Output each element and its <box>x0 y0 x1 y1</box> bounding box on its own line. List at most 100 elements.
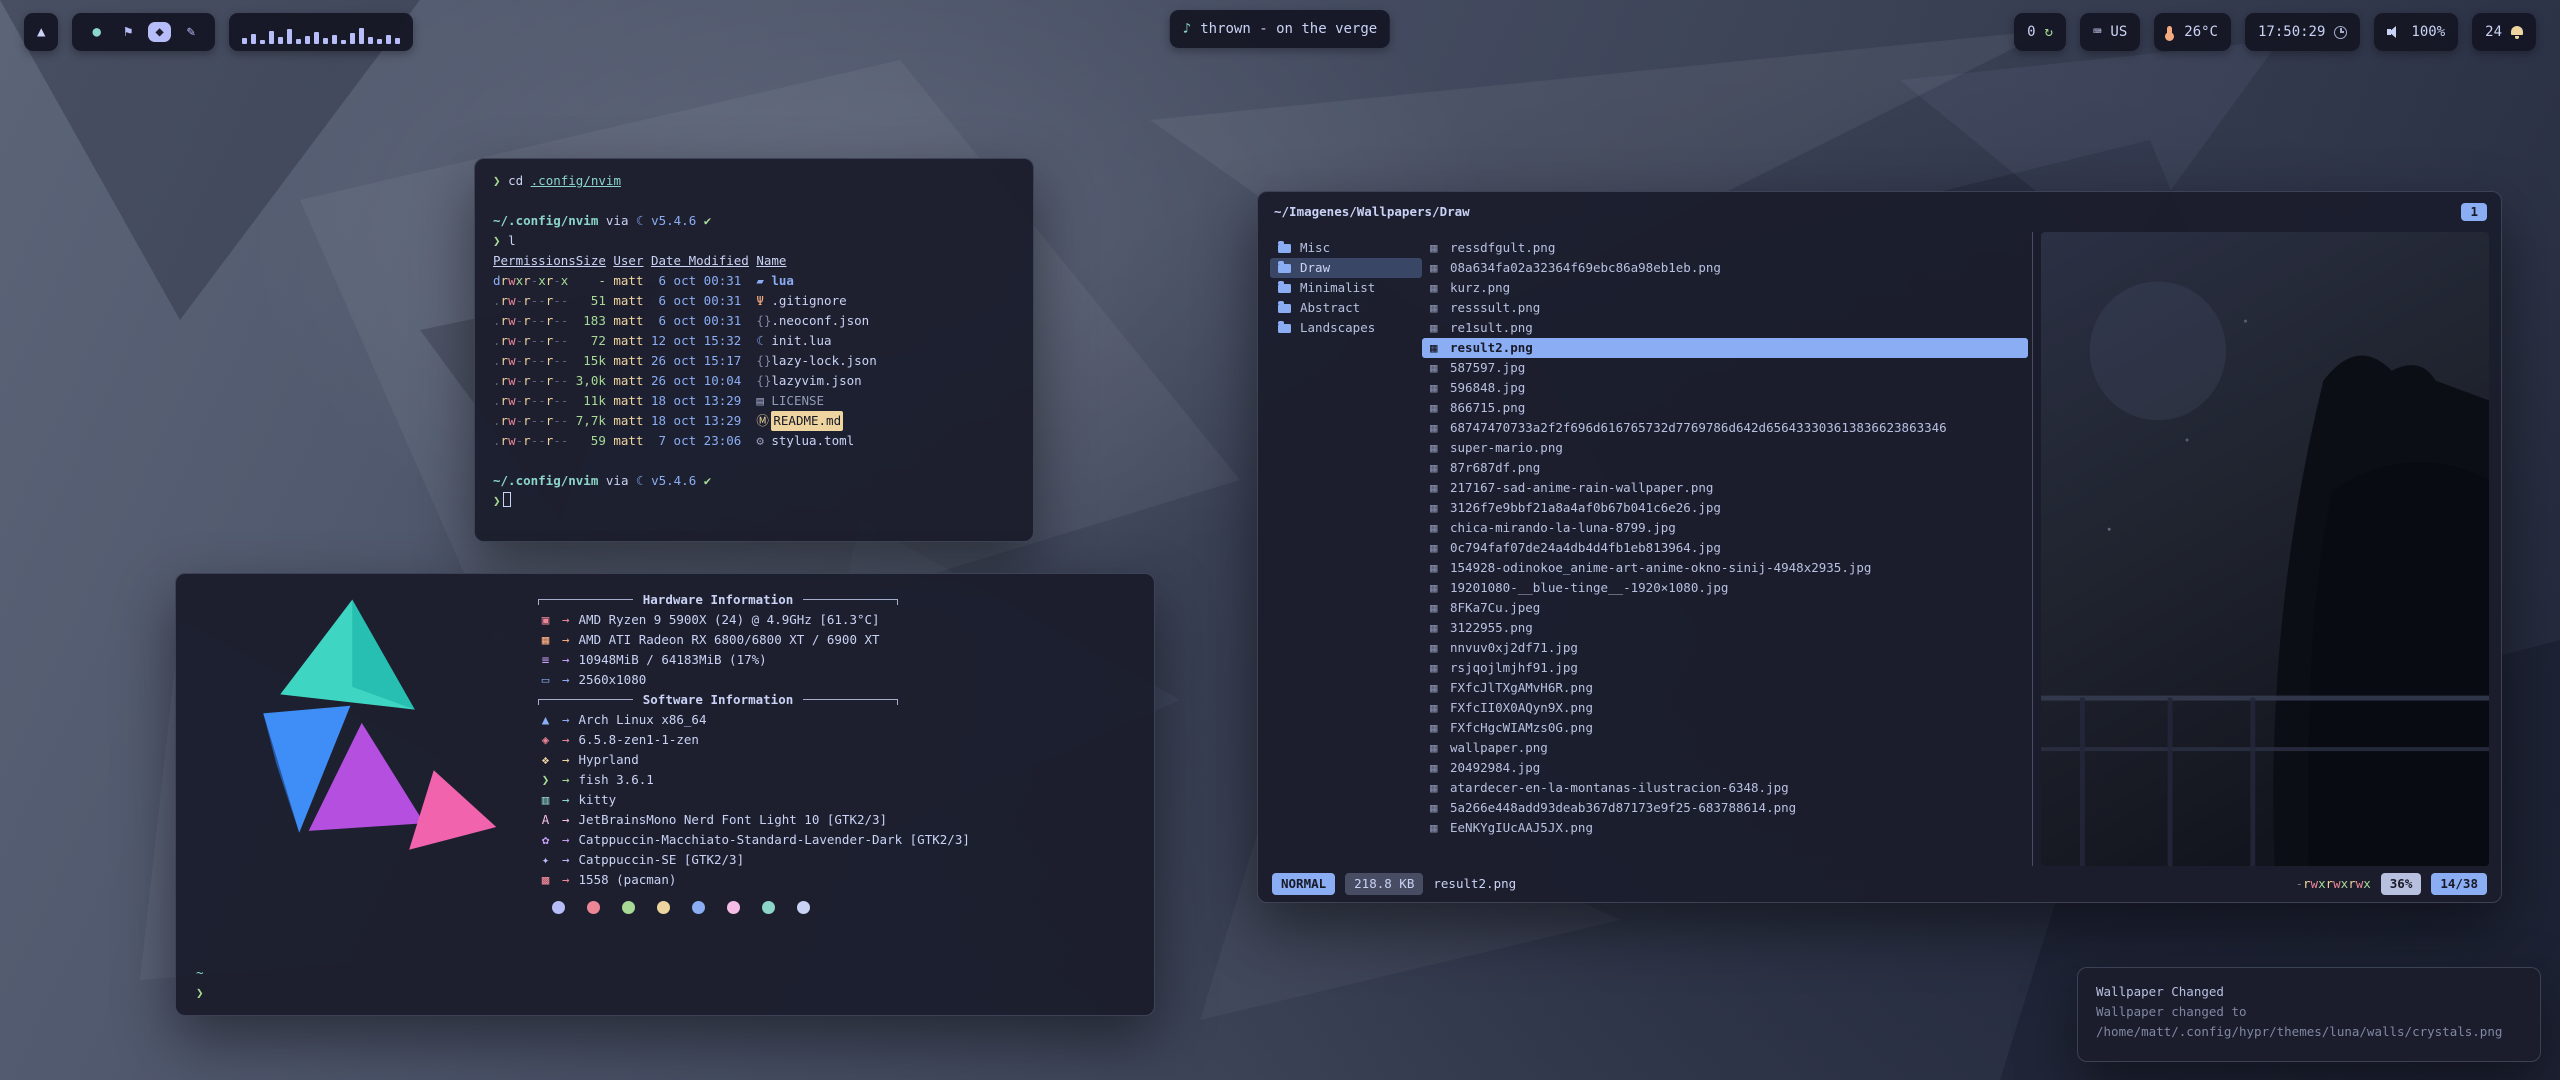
file-row[interactable]: ▦EeNKYgIUcAAJ5JX.png <box>1422 818 2028 838</box>
file-name: FXfcJlTXgAMvH6R.png <box>1450 678 1593 698</box>
notifications-value: 24 <box>2485 24 2502 40</box>
file-row[interactable]: ▦resssult.png <box>1422 298 2028 318</box>
prompt-context-line: ~/.config/nvim via ☾ v5.4.6 ✔ <box>493 471 1015 491</box>
arrow-icon: → <box>562 610 570 630</box>
file-row[interactable]: ▦68747470733a2f2f696d616765732d7769786d6… <box>1422 418 2028 438</box>
size-cell: 11k <box>576 391 606 411</box>
updates-module[interactable]: 0↻ <box>2014 13 2066 51</box>
file-row[interactable]: ▦result2.png <box>1422 338 2028 358</box>
image-file-icon: ▦ <box>1430 778 1450 798</box>
launcher-button[interactable]: ▲ <box>24 13 58 51</box>
display-icon: ▭ <box>538 670 553 690</box>
file-name: wallpaper.png <box>1450 738 1548 758</box>
file-row[interactable]: ▦atardecer-en-la-montanas-ilustracion-63… <box>1422 778 2028 798</box>
sidebar-item-abstract[interactable]: Abstract <box>1270 298 1422 318</box>
file-row[interactable]: ▦ressdfgult.png <box>1422 238 2028 258</box>
file-row[interactable]: ▦87r687df.png <box>1422 458 2028 478</box>
file-row[interactable]: ▦08a634fa02a32364f69ebc86a98eb1eb.png <box>1422 258 2028 278</box>
file-name: 217167-sad-anime-rain-wallpaper.png <box>1450 478 1713 498</box>
weather-module[interactable]: 26°C <box>2154 13 2231 51</box>
file-row[interactable]: ▦chica-mirando-la-luna-8799.jpg <box>1422 518 2028 538</box>
weather-icon <box>2167 26 2172 39</box>
file-row[interactable]: ▦587597.jpg <box>1422 358 2028 378</box>
notifications-module[interactable]: 24 <box>2472 13 2536 51</box>
image-file-icon: ▦ <box>1430 558 1450 578</box>
workspace-3-button[interactable]: ◆ <box>148 22 170 42</box>
filetype-icon: ☾ <box>756 331 771 351</box>
fetch-terminal-window[interactable]: Hardware Information ▣→AMD Ryzen 9 5900X… <box>175 573 1155 1016</box>
file-row[interactable]: ▦kurz.png <box>1422 278 2028 298</box>
fetch-info: Hardware Information ▣→AMD Ryzen 9 5900X… <box>538 590 1132 917</box>
file-row[interactable]: ▦8FKa7Cu.jpeg <box>1422 598 2028 618</box>
file-row[interactable]: ▦rsjqojlmjhf91.jpg <box>1422 658 2028 678</box>
breadcrumb-path: ~/Imagenes/Wallpapers/Draw <box>1274 202 1470 222</box>
display-row: ▭→2560x1080 <box>538 670 1132 690</box>
file-row[interactable]: ▦3126f7e9bbf21a8a4af0b67b041c6e26.jpg <box>1422 498 2028 518</box>
file-row[interactable]: ▦154928-odinokoe_anime-art-anime-okno-si… <box>1422 558 2028 578</box>
file-listing-row: .rw-r--r--51matt 6 oct 00:31Ψ.gitignore <box>493 291 1015 311</box>
graph-bar <box>332 35 337 44</box>
filetype-icon: ▰ <box>756 271 771 291</box>
date-cell: 18 oct 13:29 <box>651 391 749 411</box>
file-row[interactable]: ▦3122955.png <box>1422 618 2028 638</box>
system-graph-module[interactable] <box>229 13 413 51</box>
file-row[interactable]: ▦FXfcII0X0AQyn9X.png <box>1422 698 2028 718</box>
clock-module[interactable]: 17:50:29 <box>2245 13 2360 51</box>
arrow-icon: → <box>562 710 570 730</box>
graph-bar <box>278 37 283 44</box>
sidebar-item-landscapes[interactable]: Landscapes <box>1270 318 1422 338</box>
file-row[interactable]: ▦19201080-__blue-tinge__-1920×1080.jpg <box>1422 578 2028 598</box>
file-row[interactable]: ▦0c794faf07de24a4db4d4fb1eb813964.jpg <box>1422 538 2028 558</box>
now-playing-module[interactable]: ♪ thrown - on the verge <box>1170 10 1390 48</box>
display-value: 2560x1080 <box>579 670 647 690</box>
weather-value: 26°C <box>2184 24 2218 40</box>
file-row[interactable]: ▦FXfcJlTXgAMvH6R.png <box>1422 678 2028 698</box>
notification-popup[interactable]: Wallpaper Changed Wallpaper changed to /… <box>2077 967 2541 1062</box>
volume-module[interactable]: 100% <box>2374 13 2458 51</box>
file-row[interactable]: ▦FXfcHgcWIAMzs0G.png <box>1422 718 2028 738</box>
file-row[interactable]: ▦5a266e448add93deab367d87173e9f25-683788… <box>1422 798 2028 818</box>
file-row[interactable]: ▦nnvuv0xj2df71.jpg <box>1422 638 2028 658</box>
file-row[interactable]: ▦super-mario.png <box>1422 438 2028 458</box>
file-name: 87r687df.png <box>1450 458 1540 478</box>
file-name: resssult.png <box>1450 298 1540 318</box>
lua-icon: ☾ <box>636 213 644 228</box>
software-info-list: ▲→Arch Linux x86_64◈→6.5.8-zen1-1-zen❖→H… <box>538 710 1132 890</box>
tab-indicator[interactable]: 1 <box>2461 203 2487 221</box>
workspace-2-button[interactable]: ⚑ <box>117 22 139 42</box>
memory-value: 10948MiB / 64183MiB (17%) <box>579 650 767 670</box>
graph-bar <box>242 38 247 44</box>
keyboard-module[interactable]: ⌨US <box>2080 13 2140 51</box>
file-row[interactable]: ▦wallpaper.png <box>1422 738 2028 758</box>
date-cell: 26 oct 15:17 <box>651 351 749 371</box>
file-row[interactable]: ▦217167-sad-anime-rain-wallpaper.png <box>1422 478 2028 498</box>
filename-cell: .neoconf.json <box>771 311 869 331</box>
image-file-icon: ▦ <box>1430 478 1450 498</box>
volume-icon <box>2387 26 2402 39</box>
date-cell: 6 oct 00:31 <box>651 291 749 311</box>
workspace-1-button[interactable]: ● <box>85 22 107 42</box>
graph-bar <box>386 35 391 44</box>
file-name: 3126f7e9bbf21a8a4af0b67b041c6e26.jpg <box>1450 498 1721 518</box>
file-row[interactable]: ▦596848.jpg <box>1422 378 2028 398</box>
file-manager-window[interactable]: ~/Imagenes/Wallpapers/Draw 1 MiscDrawMin… <box>1257 191 2502 903</box>
file-row[interactable]: ▦866715.png <box>1422 398 2028 418</box>
sidebar-item-label: Landscapes <box>1300 318 1375 338</box>
graph-bar <box>296 39 301 44</box>
file-row[interactable]: ▦20492984.jpg <box>1422 758 2028 778</box>
sidebar-item-draw[interactable]: Draw <box>1270 258 1422 278</box>
sidebar-item-minimalist[interactable]: Minimalist <box>1270 278 1422 298</box>
file-row[interactable]: ▦re1sult.png <box>1422 318 2028 338</box>
user-cell: matt <box>613 271 643 291</box>
workspace-4-button[interactable]: ✎ <box>180 22 202 42</box>
packages-row: ▩→1558 (pacman) <box>538 870 1132 890</box>
filetype-icon: {} <box>756 371 771 391</box>
permissions: .rw-r--r-- <box>493 371 568 391</box>
file-manager-statusbar: NORMAL 218.8 KB result2.png -rwxrwxrwx 3… <box>1272 872 2487 896</box>
size-cell: 183 <box>576 311 606 331</box>
image-file-icon: ▦ <box>1430 678 1450 698</box>
sidebar-item-misc[interactable]: Misc <box>1270 238 1422 258</box>
file-name: 587597.jpg <box>1450 358 1525 378</box>
terminal-window[interactable]: ❯ cd .config/nvim ~/.config/nvim via ☾ v… <box>474 158 1034 542</box>
date-cell: 6 oct 00:31 <box>651 271 749 291</box>
